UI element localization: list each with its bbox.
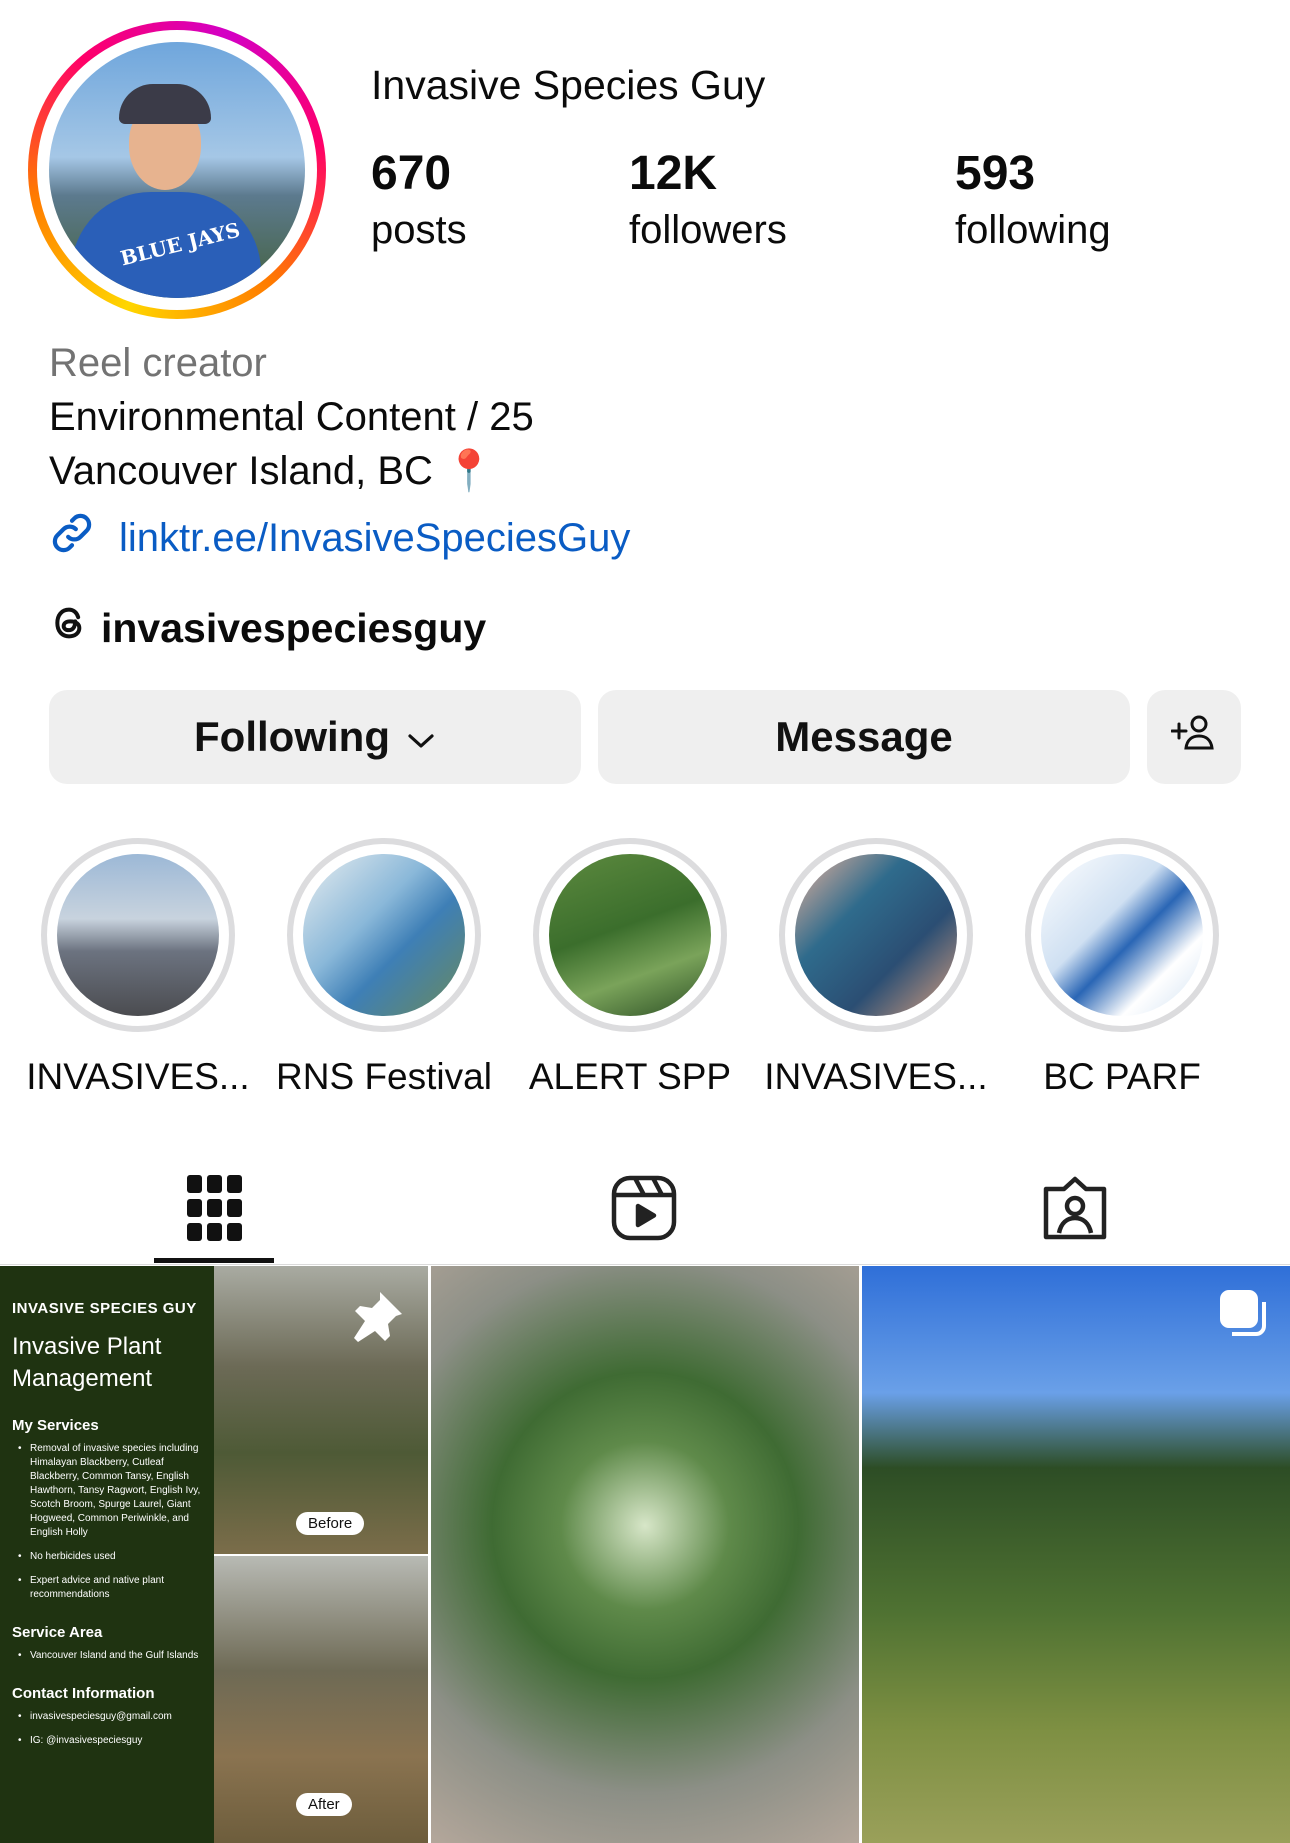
link-icon (49, 510, 95, 566)
avatar-photo: BLUE JAYS (49, 42, 305, 298)
threads-handle: invasivespeciesguy (101, 604, 487, 651)
flyer-service-item: Expert advice and native plant recommend… (12, 1574, 202, 1602)
flyer-headline: Invasive Plant Management (12, 1333, 162, 1392)
highlight-label: BC PARF (1043, 1056, 1201, 1097)
profile-name: Invasive Species Guy (371, 62, 766, 108)
add-user-button[interactable] (1147, 690, 1241, 784)
following-label: following (955, 208, 1111, 252)
reels-icon (611, 1175, 677, 1246)
highlight-label: RNS Festival (276, 1056, 492, 1097)
grid-post[interactable] (862, 1266, 1290, 1843)
followers-count: 12K (629, 147, 718, 200)
stat-followers[interactable]: 12K followers (629, 147, 787, 252)
bio-line-1: Environmental Content / 25 (49, 395, 534, 439)
bio-link[interactable]: linktr.ee/InvasiveSpeciesGuy (49, 510, 630, 566)
stat-posts[interactable]: 670 posts (371, 147, 467, 252)
grid-icon (187, 1174, 243, 1246)
highlight-item[interactable]: ALERT SPP (507, 838, 753, 1098)
highlight-item[interactable]: INVASIVES... (753, 838, 999, 1098)
flyer-contact-item: IG: @invasivespeciesguy (12, 1734, 202, 1748)
active-tab-indicator (154, 1258, 274, 1263)
threads-icon (49, 603, 89, 653)
profile-avatar[interactable]: BLUE JAYS (28, 21, 326, 319)
add-user-icon (1170, 712, 1217, 762)
carousel-icon (1218, 1288, 1270, 1345)
stat-following[interactable]: 593 following (955, 147, 1111, 252)
flyer-area-item: Vancouver Island and the Gulf Islands (12, 1649, 202, 1663)
tab-reels[interactable] (574, 1160, 714, 1260)
highlight-item[interactable]: RNS Festival (261, 838, 507, 1098)
tab-posts-grid[interactable] (145, 1160, 285, 1260)
highlight-item[interactable]: INVASIVES... (15, 838, 261, 1098)
message-button-label: Message (775, 713, 953, 760)
bio-link-text[interactable]: linktr.ee/InvasiveSpeciesGuy (119, 516, 630, 561)
highlight-label: INVASIVES... (764, 1056, 988, 1097)
highlight-cover (549, 854, 711, 1016)
following-button[interactable]: Following (49, 690, 581, 784)
tab-tagged[interactable] (1005, 1160, 1145, 1260)
posts-count: 670 (371, 147, 452, 200)
highlight-label: INVASIVES... (26, 1056, 250, 1097)
bio: Reel creator Environmental Content / 25 … (49, 336, 534, 498)
services-flyer: INVASIVE SPECIES GUY Invasive Plant Mana… (0, 1266, 214, 1843)
highlight-label: ALERT SPP (528, 1056, 732, 1097)
flyer-area-title: Service Area (12, 1624, 103, 1641)
highlight-cover (795, 854, 957, 1016)
before-tag: Before (296, 1512, 365, 1535)
bio-category: Reel creator (49, 341, 267, 385)
threads-badge[interactable]: invasivespeciesguy (49, 603, 486, 653)
flyer-services-title: My Services (12, 1417, 99, 1434)
tab-divider (0, 1264, 1290, 1265)
highlight-cover (57, 854, 219, 1016)
flyer-contact-title: Contact Information (12, 1685, 155, 1702)
posts-label: posts (371, 208, 467, 252)
after-tag: After (296, 1793, 352, 1816)
highlight-cover (1041, 854, 1203, 1016)
flyer-brand: INVASIVE SPECIES GUY (12, 1300, 197, 1317)
followers-label: followers (629, 208, 787, 252)
flyer-service-item: No herbicides used (12, 1550, 202, 1564)
flyer-contact-item: invasivespeciesguy@gmail.com (12, 1710, 202, 1724)
following-button-label: Following (194, 713, 390, 760)
flyer-service-item: Removal of invasive species including Hi… (12, 1442, 202, 1540)
message-button[interactable]: Message (598, 690, 1130, 784)
grid-post[interactable]: INVASIVE SPECIES GUY Invasive Plant Mana… (0, 1266, 428, 1843)
bio-line-2: Vancouver Island, BC 📍 (49, 449, 494, 493)
chevron-down-icon (406, 713, 436, 761)
highlight-cover (303, 854, 465, 1016)
pin-icon (350, 1288, 406, 1349)
grid-post[interactable] (431, 1266, 859, 1843)
tagged-icon (1042, 1175, 1108, 1246)
following-count: 593 (955, 147, 1036, 200)
highlight-item[interactable]: BC PARF (999, 838, 1245, 1098)
